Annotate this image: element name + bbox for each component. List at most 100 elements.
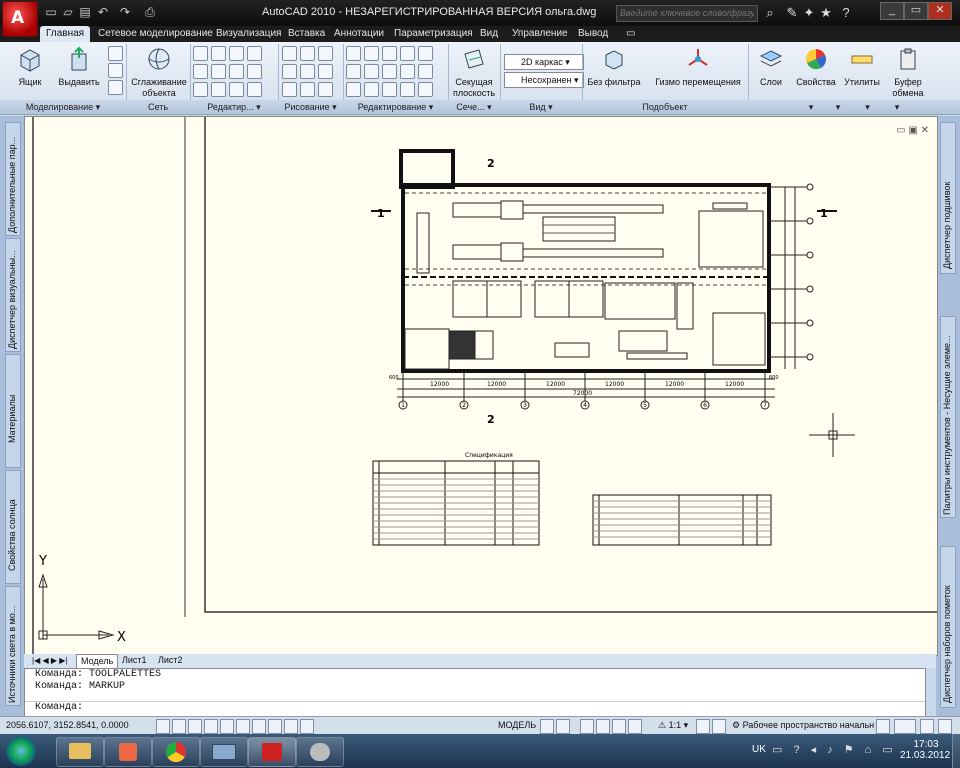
zoom-icon[interactable] bbox=[596, 719, 610, 734]
utilities-button[interactable]: Утилиты bbox=[842, 46, 882, 88]
panel-modeling[interactable]: Моделирование ▾ bbox=[0, 100, 127, 114]
explode-icon[interactable] bbox=[364, 82, 379, 97]
no-filter-button[interactable]: Без фильтра bbox=[586, 46, 642, 88]
panel-subobject[interactable]: Подобъект bbox=[582, 100, 749, 114]
visual-style-dropdown[interactable]: 2D каркас ▾ bbox=[504, 54, 584, 70]
polar-icon[interactable] bbox=[204, 719, 218, 734]
maximize-button[interactable]: ▭ bbox=[904, 2, 928, 20]
coordinates-readout[interactable]: 2056.6107, 3152.8541, 0.0000 bbox=[6, 720, 129, 730]
help-icon[interactable]: ? bbox=[838, 5, 854, 21]
tab-view[interactable]: Вид bbox=[480, 26, 498, 42]
move-gizmo-button[interactable]: Гизмо перемещения bbox=[650, 46, 746, 88]
auto-scale-icon[interactable] bbox=[712, 719, 726, 734]
computer-taskbar-button[interactable] bbox=[200, 737, 248, 767]
properties-button[interactable]: Свойства bbox=[794, 46, 838, 88]
panel-solid-edit[interactable]: Редактир... ▾ bbox=[190, 100, 279, 114]
language-indicator[interactable]: UK bbox=[752, 744, 766, 755]
visual-styles-manager-palette[interactable]: Диспетчер визуальны... bbox=[5, 238, 21, 352]
tab-render[interactable]: Визуализация bbox=[216, 26, 281, 42]
undo-icon[interactable]: ↶ bbox=[96, 5, 110, 19]
polysolid-icon[interactable] bbox=[108, 63, 123, 78]
markup-set-manager-palette[interactable]: Диспетчер наборов пометок bbox=[940, 546, 956, 708]
tab-home[interactable]: Главная bbox=[40, 26, 91, 42]
tab-annotate[interactable]: Аннотации bbox=[334, 26, 384, 42]
steering-wheel-icon[interactable] bbox=[612, 719, 626, 734]
annotation-visibility-icon[interactable] bbox=[696, 719, 710, 734]
lineweight-icon[interactable] bbox=[284, 719, 298, 734]
save-icon[interactable]: ▤ bbox=[78, 5, 92, 19]
new-icon[interactable]: ▭ bbox=[44, 5, 58, 19]
search-input[interactable] bbox=[617, 6, 757, 19]
scale-icon[interactable] bbox=[364, 64, 379, 79]
mirror-icon[interactable] bbox=[382, 46, 397, 61]
copy-icon[interactable] bbox=[346, 82, 361, 97]
materials-palette[interactable]: Материалы bbox=[5, 354, 21, 468]
tools-icon[interactable]: ✦ bbox=[801, 5, 817, 21]
show-desktop-button[interactable] bbox=[952, 734, 960, 768]
intersect-icon[interactable] bbox=[229, 46, 244, 61]
panel-view[interactable]: Вид ▾ bbox=[500, 100, 583, 114]
media-player-taskbar-button[interactable] bbox=[104, 737, 152, 767]
advanced-render-settings-palette[interactable]: Дополнительные пар... bbox=[5, 122, 21, 236]
start-button[interactable] bbox=[6, 736, 36, 766]
sun-properties-palette[interactable]: Свойства солнца bbox=[5, 470, 21, 584]
lock-icon[interactable] bbox=[876, 719, 890, 734]
line-icon[interactable] bbox=[300, 64, 315, 79]
section-plane-button[interactable]: Секущая плоскость bbox=[450, 46, 498, 99]
command-prompt[interactable]: Команда: bbox=[25, 701, 925, 714]
grid-icon[interactable] bbox=[172, 719, 186, 734]
isolate-icon[interactable] bbox=[920, 719, 934, 734]
annotation-scale[interactable]: ⚠ 1:1 ▾ bbox=[658, 720, 688, 731]
command-line[interactable]: Команда: TOOLPALETTES Команда: MARKUP Ко… bbox=[24, 668, 926, 718]
imprint-icon[interactable] bbox=[211, 64, 226, 79]
union-icon[interactable] bbox=[193, 46, 208, 61]
drawing-canvas[interactable]: ▭ ▣ ✕ 12000 12000 12000 12000 12000 1200… bbox=[24, 116, 938, 656]
move-icon[interactable] bbox=[364, 46, 379, 61]
tool-taskbar-button[interactable] bbox=[296, 737, 344, 767]
quick-view-drawings-icon[interactable] bbox=[556, 719, 570, 734]
pan-icon[interactable] bbox=[580, 719, 594, 734]
tab-insert[interactable]: Вставка bbox=[288, 26, 325, 42]
polyline-icon[interactable] bbox=[318, 46, 333, 61]
clipboard-button[interactable]: Буфер обмена bbox=[886, 46, 930, 99]
panel-modify[interactable]: Редактирование ▾ bbox=[343, 100, 449, 114]
osnap-icon[interactable] bbox=[220, 719, 234, 734]
extract-edges-icon[interactable] bbox=[193, 64, 208, 79]
taper-icon[interactable] bbox=[247, 82, 262, 97]
lights-in-model-palette[interactable]: Источники света в мо... bbox=[5, 586, 21, 706]
model-space-toggle[interactable]: МОДЕЛЬ bbox=[498, 720, 536, 730]
panel-mesh[interactable]: Сеть bbox=[126, 100, 191, 114]
region-icon[interactable] bbox=[318, 82, 333, 97]
arc-icon[interactable] bbox=[300, 46, 315, 61]
open-icon[interactable]: ▱ bbox=[61, 5, 75, 19]
slice-icon[interactable] bbox=[247, 46, 262, 61]
tab-manage[interactable]: Управление bbox=[512, 26, 568, 42]
search-field[interactable] bbox=[616, 5, 758, 22]
clock[interactable]: 17:03 21.03.2012 bbox=[900, 739, 950, 761]
quick-properties-icon[interactable] bbox=[300, 719, 314, 734]
snap-icon[interactable] bbox=[156, 719, 170, 734]
showmotion-icon[interactable] bbox=[628, 719, 642, 734]
trim-icon[interactable] bbox=[346, 46, 361, 61]
tab-layout2[interactable]: Лист2 bbox=[154, 654, 187, 667]
tab-mesh-modeling[interactable]: Сетевое моделирование bbox=[98, 26, 213, 42]
spline-icon[interactable] bbox=[282, 64, 297, 79]
tab-output[interactable]: Вывод bbox=[578, 26, 608, 42]
separate-icon[interactable] bbox=[247, 64, 262, 79]
tab-parametric[interactable]: Параметризация bbox=[394, 26, 473, 42]
fillet-icon[interactable] bbox=[400, 64, 415, 79]
application-menu-button[interactable]: A bbox=[2, 1, 38, 37]
ducs-icon[interactable] bbox=[252, 719, 266, 734]
communication-icon[interactable]: ✎ bbox=[784, 5, 800, 21]
align-icon[interactable] bbox=[418, 82, 433, 97]
layout-nav-arrows[interactable]: |◀ ◀ ▶ ▶| bbox=[28, 654, 71, 667]
sheet-set-manager-palette[interactable]: Диспетчер подшивок bbox=[940, 122, 956, 274]
rotate-icon[interactable] bbox=[346, 64, 361, 79]
polygon-icon[interactable] bbox=[282, 82, 297, 97]
check-icon[interactable] bbox=[193, 82, 208, 97]
clean-icon[interactable] bbox=[211, 82, 226, 97]
panel-draw[interactable]: Рисование ▾ bbox=[278, 100, 344, 114]
ellipse-icon[interactable] bbox=[300, 82, 315, 97]
named-view-dropdown[interactable]: Несохранен ▾ bbox=[504, 72, 584, 88]
erase-icon[interactable] bbox=[382, 82, 397, 97]
